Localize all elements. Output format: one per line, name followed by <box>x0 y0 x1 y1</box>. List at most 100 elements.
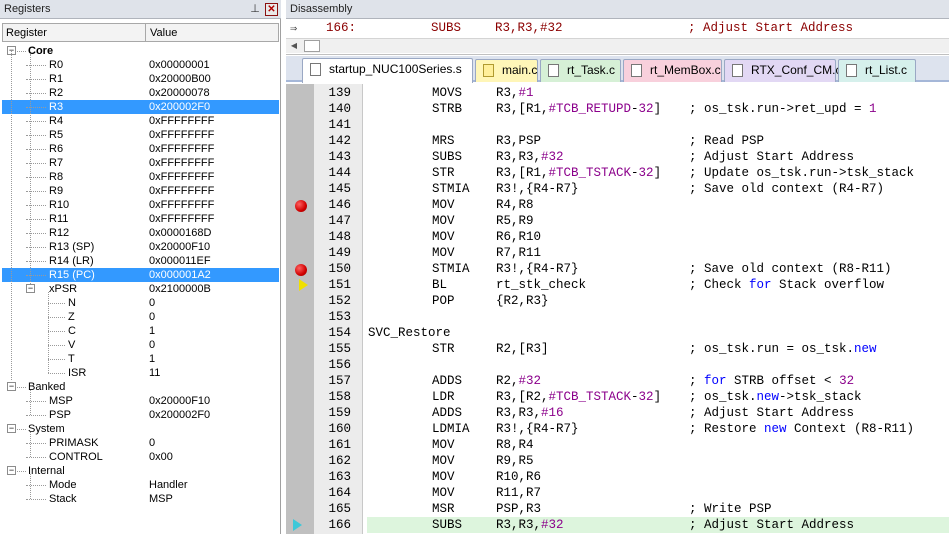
scroll-left-icon[interactable]: ◀ <box>288 40 300 52</box>
register-row[interactable]: Z0 <box>2 310 279 324</box>
register-value[interactable]: 0x2100000B <box>149 282 211 296</box>
breakpoint-icon[interactable] <box>295 200 307 212</box>
code-line[interactable]: 166 SUBS R3,R3,#32 ; Adjust Start Address <box>286 517 949 533</box>
register-value[interactable]: 0 <box>149 436 155 450</box>
code-line[interactable]: 154 SVC_Restore <box>286 325 949 341</box>
code-line[interactable]: 149 MOV R7,R11 <box>286 245 949 261</box>
column-value[interactable]: Value <box>150 27 177 39</box>
register-value[interactable]: 0 <box>149 296 155 310</box>
horizontal-scrollbar[interactable]: ◀ <box>286 38 949 53</box>
line-number: 166 <box>328 518 351 532</box>
collapse-icon[interactable]: − <box>7 466 16 475</box>
code-line[interactable]: 156 <box>286 357 949 373</box>
code-line[interactable]: 146 MOV R4,R8 <box>286 197 949 213</box>
register-row[interactable]: V0 <box>2 338 279 352</box>
register-name: R11 <box>49 213 69 225</box>
collapse-icon[interactable]: − <box>7 424 16 433</box>
register-row[interactable]: − xPSR 0x2100000B <box>2 282 279 296</box>
tab-rt-membox-c[interactable]: rt_MemBox.c <box>623 59 722 82</box>
register-value[interactable]: 11 <box>149 366 160 380</box>
code-line[interactable]: 155 STR R2,[R3] ; os_tsk.run = os_tsk.new <box>286 341 949 357</box>
code-opcode: MOV <box>432 470 455 484</box>
register-value[interactable]: 0x200002F0 <box>149 408 210 422</box>
register-row[interactable]: ISR 11 <box>2 366 279 380</box>
register-value[interactable]: 0 <box>149 338 155 352</box>
code-line[interactable]: 148 MOV R6,R10 <box>286 229 949 245</box>
code-line[interactable]: 153 <box>286 309 949 325</box>
register-row[interactable]: C1 <box>2 324 279 338</box>
register-value[interactable]: 0xFFFFFFFF <box>149 156 214 170</box>
tree-group[interactable]: − Internal <box>2 464 279 478</box>
register-value[interactable]: 0x000001A2 <box>149 268 211 282</box>
collapse-icon[interactable]: − <box>7 382 16 391</box>
register-value[interactable]: Handler <box>149 478 188 492</box>
code-line[interactable]: 151 BL rt_stk_check ; Check for Stack overf… <box>286 277 949 293</box>
scrollbar-thumb[interactable] <box>304 40 320 52</box>
tab-label: main.c <box>502 63 538 77</box>
code-line[interactable]: 163 MOV R10,R6 <box>286 469 949 485</box>
register-row[interactable]: T1 <box>2 352 279 366</box>
tree-group[interactable]: − Core <box>2 44 279 58</box>
register-value[interactable]: 0 <box>149 310 155 324</box>
register-value[interactable]: 0xFFFFFFFF <box>149 142 214 156</box>
code-line[interactable]: 141 <box>286 117 949 133</box>
line-number: 149 <box>328 246 351 260</box>
register-value[interactable]: 0x000011EF <box>149 254 211 268</box>
register-value[interactable]: 0xFFFFFFFF <box>149 170 214 184</box>
register-value[interactable]: 0xFFFFFFFF <box>149 212 214 226</box>
tree-connector <box>26 415 46 416</box>
tab-startup-nuc100series-s[interactable]: startup_NUC100Series.s <box>302 58 473 83</box>
register-value[interactable]: 0xFFFFFFFF <box>149 128 214 142</box>
column-register[interactable]: Register <box>6 27 47 39</box>
code-opcode: STR <box>432 166 455 180</box>
register-value[interactable]: 0xFFFFFFFF <box>149 114 214 128</box>
register-value[interactable]: 0x200002F0 <box>149 100 210 114</box>
register-value[interactable]: 0x20000B00 <box>149 72 211 86</box>
register-value[interactable]: 0x0000168D <box>149 226 211 240</box>
register-value[interactable]: 1 <box>149 352 155 366</box>
pin-icon[interactable]: ⊥ <box>249 3 261 15</box>
code-line[interactable]: 143 SUBS R3,R3,#32 ; Adjust Start Address <box>286 149 949 165</box>
code-line[interactable]: 139 MOVS R3,#1 <box>286 85 949 101</box>
breakpoint-icon[interactable] <box>295 264 307 276</box>
code-line[interactable]: 150 STMIA R3!,{R4-R7} ; Save old context (R… <box>286 261 949 277</box>
line-number: 139 <box>328 86 351 100</box>
register-value[interactable]: 0x20000F10 <box>149 394 210 408</box>
code-line[interactable]: 140 STRB R3,[R1,#TCB_RETUPD-32] ; os_tsk.ru… <box>286 101 949 117</box>
register-value[interactable]: 0xFFFFFFFF <box>149 198 214 212</box>
register-value[interactable]: 0x20000078 <box>149 86 210 100</box>
code-line[interactable]: 147 MOV R5,R9 <box>286 213 949 229</box>
code-line[interactable]: 165 MSR PSP,R3 ; Write PSP <box>286 501 949 517</box>
code-line[interactable]: 145 STMIA R3!,{R4-R7} ; Save old context (R… <box>286 181 949 197</box>
tab-rt-task-c[interactable]: rt_Task.c <box>540 59 621 82</box>
code-line[interactable]: 164 MOV R11,R7 <box>286 485 949 501</box>
register-value[interactable]: 0xFFFFFFFF <box>149 184 214 198</box>
tree-group[interactable]: − Banked <box>2 380 279 394</box>
code-line[interactable]: 152 POP {R2,R3} <box>286 293 949 309</box>
source-editor[interactable]: 139 MOVS R3,#1 140 STRB R3,[R1,#TCB_RETUPD-32… <box>286 84 949 534</box>
register-value[interactable]: 1 <box>149 324 155 338</box>
code-line[interactable]: 158 LDR R3,[R2,#TCB_TSTACK-32] ; os_tsk.new… <box>286 389 949 405</box>
register-value[interactable]: 0x00000001 <box>149 58 210 72</box>
tree-group[interactable]: − System <box>2 422 279 436</box>
code-line[interactable]: 162 MOV R9,R5 <box>286 453 949 469</box>
code-line[interactable]: 160 LDMIA R3!,{R4-R7} ; Restore new Context… <box>286 421 949 437</box>
tab-main-c[interactable]: main.c <box>475 59 538 82</box>
disassembly-view[interactable]: ⇒ 166: SUBS R3,R3,#32 ; Adjust Start Add… <box>286 19 949 55</box>
register-name: R12 <box>49 227 70 239</box>
code-line[interactable]: 144 STR R3,[R1,#TCB_TSTACK-32] ; Update os_… <box>286 165 949 181</box>
register-value[interactable]: 0x20000F10 <box>149 240 210 254</box>
tab-rtx-conf-cm-c[interactable]: RTX_Conf_CM.c <box>724 59 841 82</box>
code-comment: ; for STRB offset < 32 <box>689 374 855 388</box>
register-value[interactable]: 0x00 <box>149 450 173 464</box>
code-line[interactable]: 159 ADDS R3,R3,#16 ; Adjust Start Address <box>286 405 949 421</box>
code-line[interactable]: 157 ADDS R2,#32 ; for STRB offset < 32 <box>286 373 949 389</box>
tab-rt-list-c[interactable]: rt_List.c <box>838 59 916 82</box>
register-value[interactable]: MSP <box>149 492 173 506</box>
close-icon[interactable]: ✕ <box>265 3 278 16</box>
column-separator[interactable] <box>145 24 146 41</box>
register-row[interactable]: N0 <box>2 296 279 310</box>
collapse-icon[interactable]: − <box>26 284 35 293</box>
code-line[interactable]: 161 MOV R8,R4 <box>286 437 949 453</box>
code-line[interactable]: 142 MRS R3,PSP ; Read PSP <box>286 133 949 149</box>
